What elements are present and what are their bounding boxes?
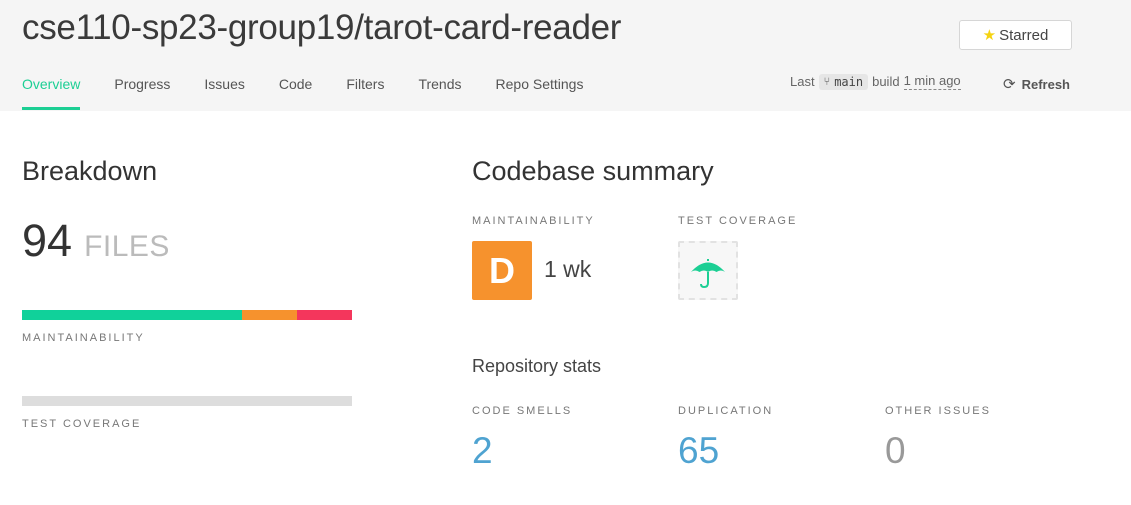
code-smells-value[interactable]: 2 — [472, 430, 493, 472]
test-coverage-badge[interactable] — [678, 241, 738, 300]
star-icon: ★ — [982, 26, 997, 44]
code-smells-label: CODE SMELLS — [472, 405, 573, 417]
files-count: 94 FILES — [22, 215, 170, 267]
maintainability-bar-segment — [22, 310, 243, 320]
umbrella-icon — [691, 258, 725, 288]
build-word: build — [872, 74, 900, 89]
codebase-summary-title: Codebase summary — [472, 156, 714, 186]
star-button[interactable]: ★ Starred — [959, 20, 1072, 50]
files-count-label: FILES — [84, 230, 170, 263]
files-count-value: 94 — [22, 215, 73, 266]
refresh-icon: ⟳ — [1003, 76, 1016, 93]
maintainability-bar[interactable] — [22, 310, 352, 320]
tab-repo-settings[interactable]: Repo Settings — [496, 74, 584, 110]
summary-maintainability-label: MAINTAINABILITY — [472, 215, 595, 227]
breakdown-maintainability-label: MAINTAINABILITY — [22, 332, 145, 344]
build-time-link[interactable]: 1 min ago — [903, 73, 961, 90]
tab-code[interactable]: Code — [279, 74, 312, 110]
test-coverage-bar — [22, 396, 352, 406]
repository-stats-title: Repository stats — [472, 356, 602, 376]
tab-progress[interactable]: Progress — [114, 74, 170, 110]
maintainability-grade[interactable]: D — [472, 241, 532, 300]
branch-name: main — [834, 74, 864, 89]
duplication-label: DUPLICATION — [678, 405, 774, 417]
tab-issues[interactable]: Issues — [204, 74, 244, 110]
tab-overview[interactable]: Overview — [22, 74, 81, 110]
other-issues-value[interactable]: 0 — [885, 430, 906, 472]
build-info: Last ⑂ main build 1 min ago — [790, 73, 961, 90]
build-prefix: Last — [790, 74, 815, 89]
test-coverage-bar-fill — [22, 396, 352, 406]
maintainability-bar-segment — [297, 310, 352, 320]
branch-icon: ⑂ — [823, 75, 831, 88]
tech-debt-value: 1 wk — [544, 256, 592, 282]
tab-trends[interactable]: Trends — [418, 74, 461, 110]
tab-filters[interactable]: Filters — [346, 74, 384, 110]
repo-title[interactable]: cse110-sp23-group19/tarot-card-reader — [22, 8, 621, 48]
breakdown-title: Breakdown — [22, 156, 158, 186]
summary-coverage-label: TEST COVERAGE — [678, 215, 798, 227]
star-button-label: Starred — [999, 26, 1049, 44]
repo-tabs: Overview Progress Issues Code Filters Tr… — [22, 74, 617, 110]
breakdown-coverage-label: TEST COVERAGE — [22, 418, 142, 430]
other-issues-label: OTHER ISSUES — [885, 405, 991, 417]
duplication-value[interactable]: 65 — [678, 430, 719, 472]
maintainability-bar-segment — [242, 310, 298, 320]
refresh-label: Refresh — [1021, 76, 1070, 92]
repo-header: cse110-sp23-group19/tarot-card-reader ★ … — [0, 0, 1131, 111]
branch-chip: ⑂ main — [818, 73, 869, 90]
refresh-button[interactable]: ⟳ Refresh — [1003, 75, 1070, 93]
